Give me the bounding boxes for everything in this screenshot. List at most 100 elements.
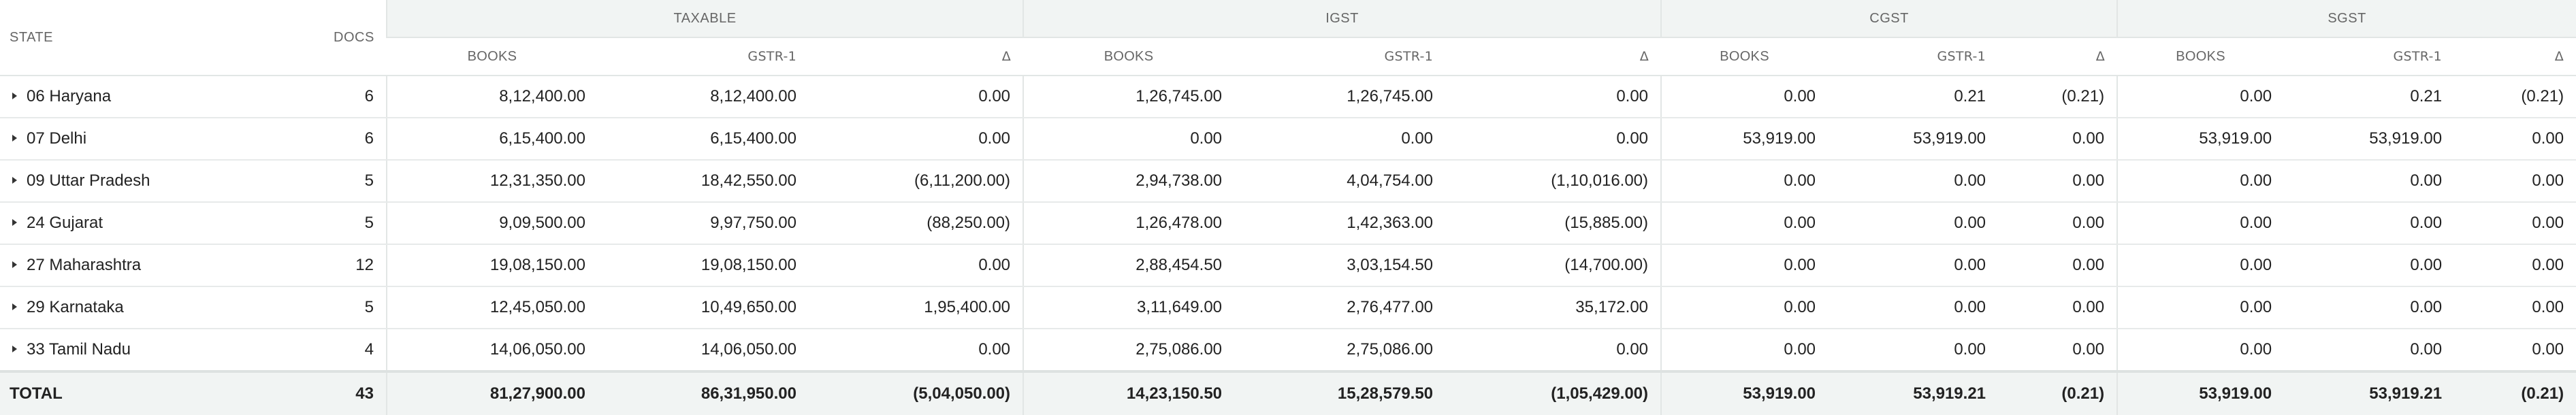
taxable-delta-cell: 0.00 (809, 118, 1024, 161)
total-taxable-books-cell: 81,27,900.00 (386, 370, 598, 415)
taxable-books-cell: 19,08,150.00 (386, 244, 598, 287)
cgst-delta-cell: 0.00 (1998, 286, 2118, 329)
total-docs-cell: 43 (334, 370, 387, 415)
sgst-gstr1-cell: 0.00 (2284, 160, 2455, 203)
column-header-taxable-gstr1[interactable]: GSTR-1 (598, 37, 809, 76)
igst-books-cell: 3,11,649.00 (1023, 286, 1235, 329)
column-header-igst-books[interactable]: BOOKS (1023, 37, 1235, 76)
expand-caret-icon[interactable] (12, 345, 17, 352)
state-cell[interactable]: 29 Karnataka (0, 286, 334, 329)
cgst-delta-cell: 0.00 (1998, 118, 2118, 161)
state-label: 29 Karnataka (27, 298, 124, 316)
sgst-gstr1-cell: 53,919.00 (2284, 118, 2455, 161)
state-cell[interactable]: 09 Uttar Pradesh (0, 160, 334, 203)
igst-delta-cell: 35,172.00 (1445, 286, 1662, 329)
total-sgst-gstr1-cell: 53,919.21 (2284, 370, 2455, 415)
expand-caret-icon[interactable] (12, 303, 17, 310)
total-igst-delta-cell: (1,05,429.00) (1445, 370, 1662, 415)
table-body: 06 Haryana 6 8,12,400.00 8,12,400.00 0.00 1,2… (0, 76, 2576, 372)
cgst-delta-cell: 0.00 (1998, 202, 2118, 245)
taxable-gstr1-cell: 9,97,750.00 (598, 202, 809, 245)
expand-caret-icon[interactable] (12, 218, 17, 226)
taxable-gstr1-cell: 6,15,400.00 (598, 118, 809, 161)
table-row[interactable]: 09 Uttar Pradesh 5 12,31,350.00 18,42,550.0… (0, 160, 2576, 203)
expand-caret-icon[interactable] (12, 92, 17, 99)
expand-caret-icon[interactable] (12, 261, 17, 268)
state-cell[interactable]: 33 Tamil Nadu (0, 329, 334, 372)
column-header-taxable-delta[interactable]: Δ (809, 37, 1024, 76)
state-label: 09 Uttar Pradesh (27, 171, 150, 190)
table-row[interactable]: 27 Maharashtra 12 19,08,150.00 19,08,150.00… (0, 244, 2576, 287)
cgst-books-cell: 0.00 (1660, 244, 1829, 287)
state-cell[interactable]: 07 Delhi (0, 118, 334, 161)
igst-delta-cell: (14,700.00) (1445, 244, 1662, 287)
column-header-sgst-delta[interactable]: Δ (2454, 37, 2576, 76)
cgst-books-cell: 0.00 (1660, 329, 1829, 372)
total-igst-books-cell: 14,23,150.50 (1023, 370, 1235, 415)
table-row[interactable]: 29 Karnataka 5 12,45,050.00 10,49,650.00 1,9… (0, 286, 2576, 329)
taxable-books-cell: 12,45,050.00 (386, 286, 598, 329)
cgst-gstr1-cell: 53,919.00 (1828, 118, 1999, 161)
sgst-gstr1-cell: 0.00 (2284, 329, 2455, 372)
sgst-gstr1-cell: 0.21 (2284, 76, 2455, 118)
igst-gstr1-cell: 1,42,363.00 (1234, 202, 1446, 245)
sgst-books-cell: 0.00 (2116, 76, 2285, 118)
column-header-igst-gstr1[interactable]: GSTR-1 (1234, 37, 1446, 76)
column-header-cgst-books[interactable]: BOOKS (1661, 37, 1829, 76)
table-row[interactable]: 24 Gujarat 5 9,09,500.00 9,97,750.00 (88,250… (0, 202, 2576, 245)
sgst-gstr1-cell: 0.00 (2284, 286, 2455, 329)
cgst-delta-cell: 0.00 (1998, 244, 2118, 287)
group-header-cgst: CGST (1660, 0, 2118, 38)
igst-delta-cell: 0.00 (1445, 329, 1662, 372)
state-cell[interactable]: 24 Gujarat (0, 202, 334, 245)
taxable-delta-cell: 0.00 (809, 244, 1024, 287)
column-header-cgst-gstr1[interactable]: GSTR-1 (1828, 37, 1999, 76)
sgst-gstr1-cell: 0.00 (2284, 202, 2455, 245)
table-row[interactable]: 06 Haryana 6 8,12,400.00 8,12,400.00 0.00 1,2… (0, 76, 2576, 118)
column-header-sgst-books[interactable]: BOOKS (2117, 37, 2285, 76)
igst-delta-cell: (15,885.00) (1445, 202, 1662, 245)
taxable-books-cell: 8,12,400.00 (386, 76, 598, 118)
column-header-taxable-books[interactable]: BOOKS (387, 37, 598, 76)
igst-gstr1-cell: 3,03,154.50 (1234, 244, 1446, 287)
sgst-books-cell: 53,919.00 (2116, 118, 2285, 161)
total-label: TOTAL (0, 370, 334, 415)
docs-cell: 12 (334, 244, 387, 287)
column-header-docs[interactable]: DOCS (334, 0, 387, 76)
taxable-delta-cell: 1,95,400.00 (809, 286, 1024, 329)
igst-books-cell: 1,26,478.00 (1023, 202, 1235, 245)
total-cgst-gstr1-cell: 53,919.21 (1828, 370, 1999, 415)
taxable-delta-cell: (88,250.00) (809, 202, 1024, 245)
igst-gstr1-cell: 1,26,745.00 (1234, 76, 1446, 118)
table-row[interactable]: 33 Tamil Nadu 4 14,06,050.00 14,06,050.00 0.… (0, 329, 2576, 372)
cgst-gstr1-cell: 0.00 (1828, 202, 1999, 245)
group-header-sgst: SGST (2116, 0, 2576, 38)
sgst-delta-cell: (0.21) (2454, 76, 2576, 118)
sgst-delta-cell: 0.00 (2454, 329, 2576, 372)
total-cgst-books-cell: 53,919.00 (1660, 370, 1829, 415)
cgst-books-cell: 0.00 (1660, 286, 1829, 329)
column-header-igst-delta[interactable]: Δ (1445, 37, 1662, 76)
group-header-igst: IGST (1023, 0, 1662, 38)
taxable-books-cell: 9,09,500.00 (386, 202, 598, 245)
expand-caret-icon[interactable] (12, 134, 17, 142)
docs-cell: 5 (334, 160, 387, 203)
column-header-state[interactable]: STATE (0, 0, 334, 76)
sgst-delta-cell: 0.00 (2454, 160, 2576, 203)
total-sgst-books-cell: 53,919.00 (2116, 370, 2285, 415)
state-cell[interactable]: 27 Maharashtra (0, 244, 334, 287)
cgst-gstr1-cell: 0.00 (1828, 329, 1999, 372)
docs-cell: 6 (334, 118, 387, 161)
igst-books-cell: 0.00 (1023, 118, 1235, 161)
state-cell[interactable]: 06 Haryana (0, 76, 334, 118)
reconciliation-table: STATE DOCS TAXABLE IGST CGST SGST BOOKS G… (0, 0, 2576, 415)
table-row[interactable]: 07 Delhi 6 6,15,400.00 6,15,400.00 0.00 0.00 0… (0, 118, 2576, 161)
taxable-books-cell: 12,31,350.00 (386, 160, 598, 203)
igst-books-cell: 2,94,738.00 (1023, 160, 1235, 203)
taxable-books-cell: 14,06,050.00 (386, 329, 598, 372)
igst-delta-cell: (1,10,016.00) (1445, 160, 1662, 203)
sgst-delta-cell: 0.00 (2454, 202, 2576, 245)
expand-caret-icon[interactable] (12, 176, 17, 184)
column-header-cgst-delta[interactable]: Δ (1998, 37, 2118, 76)
column-header-sgst-gstr1[interactable]: GSTR-1 (2284, 37, 2455, 76)
